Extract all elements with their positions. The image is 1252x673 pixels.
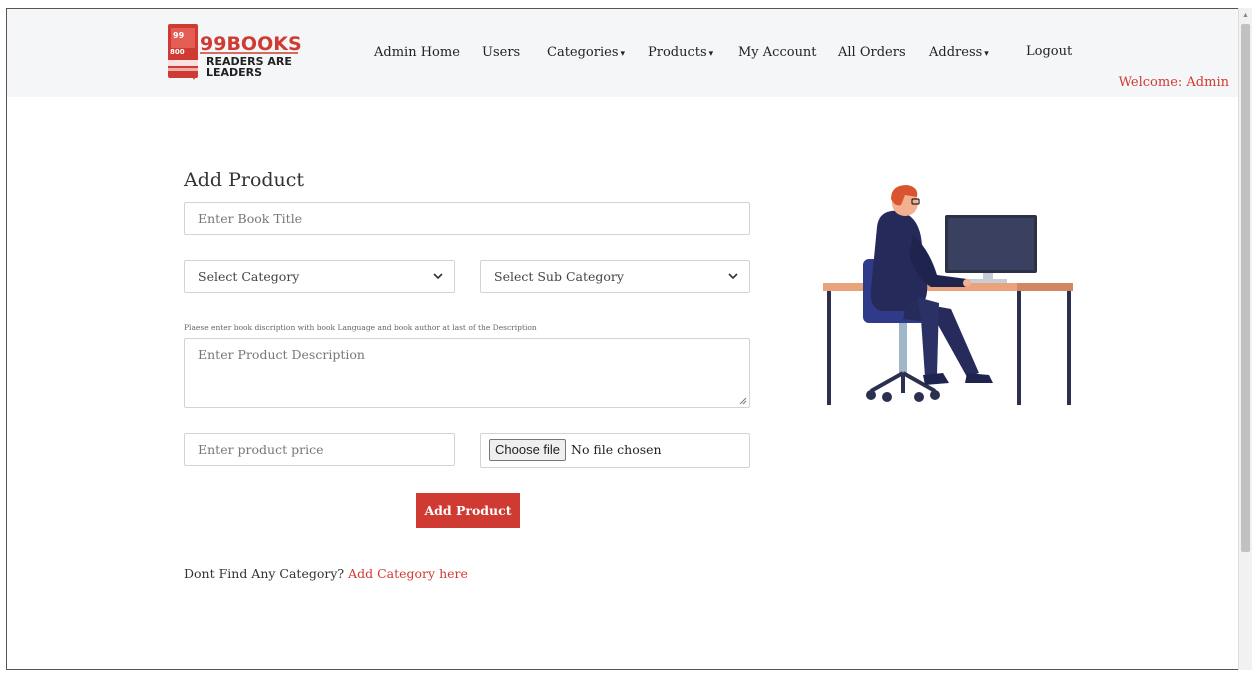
nav-products-dropdown[interactable]: Products ▾ — [648, 45, 713, 60]
book-title-input[interactable]: Enter Book Title — [184, 202, 750, 235]
subcategory-select[interactable]: Select Sub Category — [480, 260, 750, 293]
resize-handle-icon[interactable] — [739, 397, 747, 405]
subcategory-selected-value: Select Sub Category — [494, 269, 624, 284]
nav-my-account[interactable]: My Account — [738, 45, 817, 60]
caret-down-icon: ▾ — [708, 49, 714, 59]
choose-file-button[interactable]: Choose file — [489, 439, 567, 461]
description-placeholder: Enter Product Description — [198, 347, 365, 362]
add-product-button[interactable]: Add Product — [416, 493, 520, 528]
caret-down-icon: ▾ — [984, 49, 989, 59]
nav-my-account-label: My Account — [738, 45, 817, 60]
nav-admin-home[interactable]: Admin Home — [374, 45, 460, 60]
navbar: 99 800 99BOOKS READERS ARE LEADERS Admin… — [7, 9, 1238, 97]
brand-logo[interactable]: 99 800 99BOOKS READERS ARE LEADERS — [166, 20, 306, 84]
nav-admin-home-label: Admin Home — [374, 45, 460, 60]
nav-address-label: Address — [929, 45, 983, 60]
brand-name: 99BOOKS — [200, 33, 302, 55]
scroll-up-arrow-icon[interactable]: ▲ — [1242, 12, 1249, 19]
nav-all-orders-label: All Orders — [838, 45, 906, 60]
caret-down-icon: ▾ — [620, 49, 626, 59]
nav-logout-label: Logout — [1026, 44, 1073, 59]
welcome-text: Welcome: Admin — [1118, 75, 1229, 90]
category-selected-value: Select Category — [198, 269, 300, 284]
product-description-textarea[interactable]: Enter Product Description — [184, 338, 750, 408]
category-select[interactable]: Select Category — [184, 260, 455, 293]
nav-users-label: Users — [482, 45, 521, 60]
nav-products-label: Products — [648, 45, 707, 60]
badge-bottom-text: 800 — [170, 48, 185, 56]
browser-viewport: 99 800 99BOOKS READERS ARE LEADERS Admin… — [6, 8, 1238, 670]
scrollbar-thumb[interactable] — [1241, 24, 1250, 552]
chevron-down-icon — [728, 273, 738, 280]
description-hint: Plaese enter book discription with book … — [184, 323, 537, 332]
badge-top-text: 99 — [173, 31, 185, 40]
book-title-placeholder: Enter Book Title — [198, 211, 303, 226]
add-category-question: Dont Find Any Category? — [184, 566, 345, 581]
nav-all-orders[interactable]: All Orders — [838, 45, 906, 60]
chevron-down-icon — [433, 273, 443, 280]
add-category-link[interactable]: Add Category here — [348, 566, 468, 581]
file-status-text: No file chosen — [571, 442, 662, 457]
person-at-computer-illustration — [823, 185, 1073, 405]
brand-tagline-2: LEADERS — [206, 66, 262, 79]
nav-address-dropdown[interactable]: Address ▾ — [929, 45, 989, 60]
page-title: Add Product — [184, 169, 305, 191]
nav-categories-label: Categories — [547, 45, 619, 60]
book-logo-icon: 99 800 99BOOKS READERS ARE LEADERS — [168, 24, 302, 80]
nav-logout[interactable]: Logout — [1026, 44, 1072, 59]
product-price-input[interactable]: Enter product price — [184, 433, 455, 466]
vertical-scrollbar[interactable]: ▲ — [1238, 8, 1252, 670]
add-category-prompt: Dont Find Any Category? Add Category her… — [184, 566, 468, 581]
price-placeholder: Enter product price — [198, 442, 324, 457]
nav-users[interactable]: Users — [482, 45, 520, 60]
product-image-file-input: Choose file No file chosen — [480, 433, 750, 468]
nav-categories-dropdown[interactable]: Categories ▾ — [547, 45, 625, 60]
